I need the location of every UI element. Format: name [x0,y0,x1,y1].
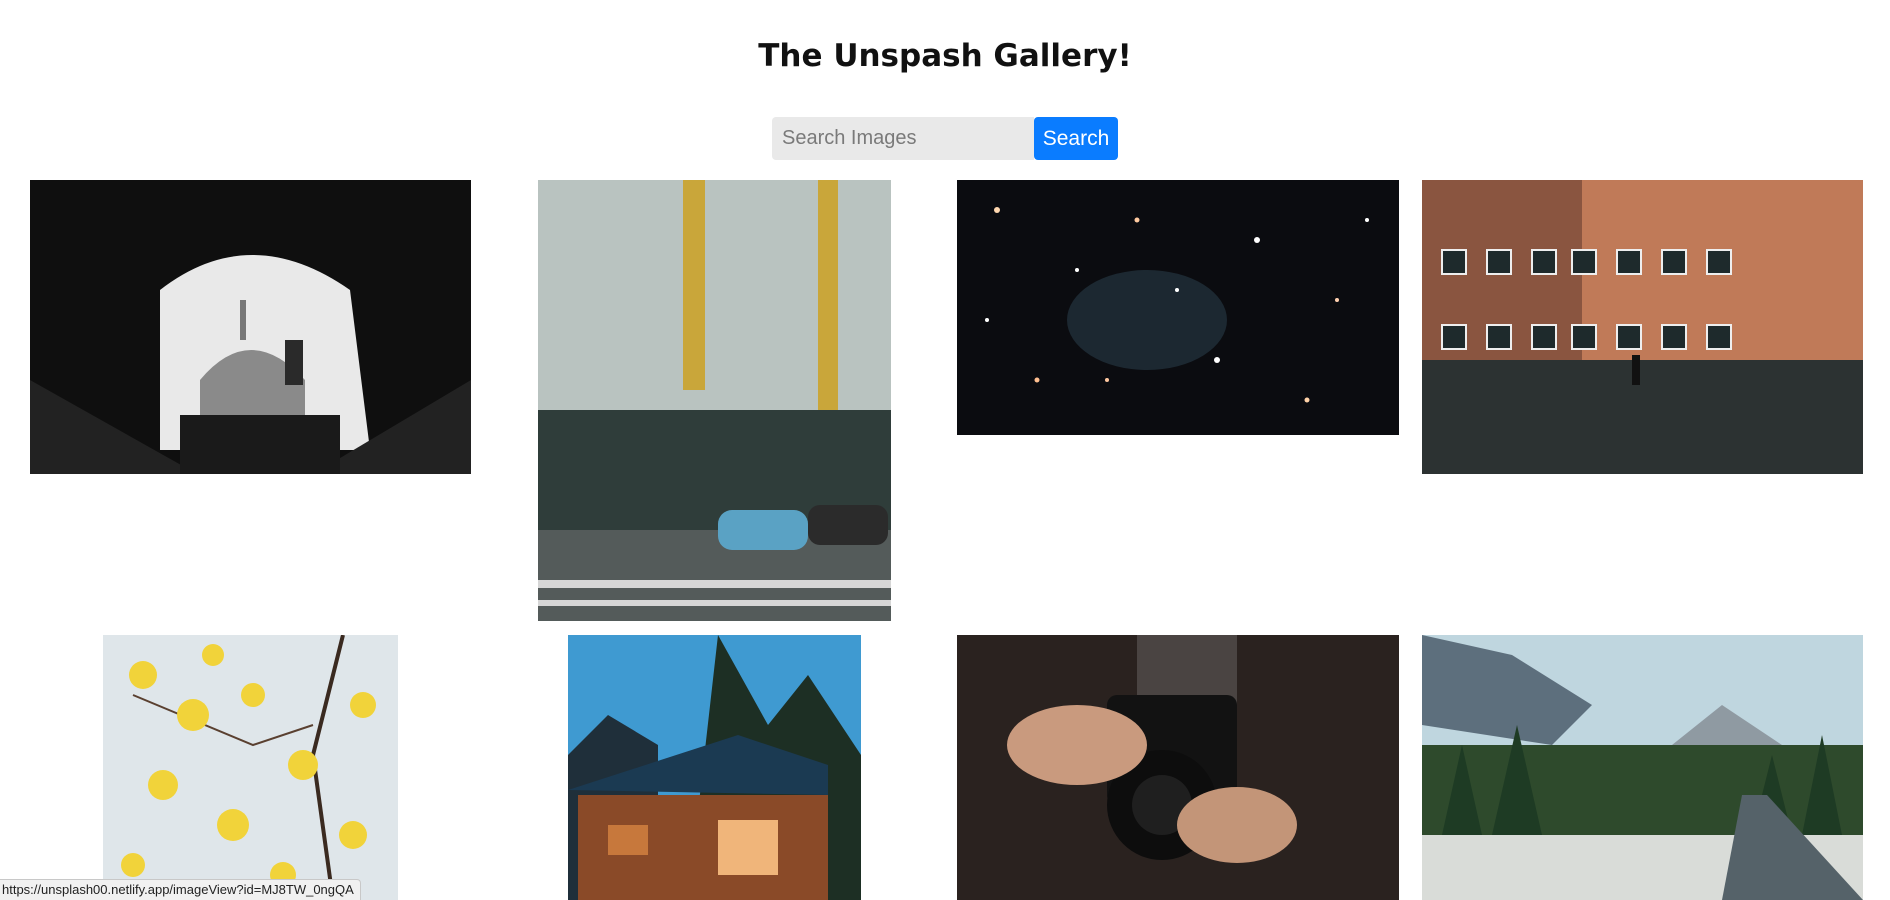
status-bar-url: https://unsplash00.netlify.app/imageView… [0,879,361,900]
gallery-image-mosque-arch[interactable] [30,180,471,474]
gallery-image-yellow-blossoms[interactable] [103,635,398,900]
gallery-image-mountain-road[interactable] [1422,635,1863,900]
search-form: Search [772,117,1118,160]
gallery-image-camera-hands[interactable] [957,635,1399,900]
gallery-image-brick-building[interactable] [1422,180,1863,474]
gallery-image-building-facade[interactable] [538,180,891,621]
search-button[interactable]: Search [1034,117,1118,160]
gallery-image-cabin-trees[interactable] [568,635,861,900]
gallery-image-starfield[interactable] [957,180,1399,435]
search-input[interactable] [772,117,1034,160]
page-title: The Unspash Gallery! [758,38,1132,74]
